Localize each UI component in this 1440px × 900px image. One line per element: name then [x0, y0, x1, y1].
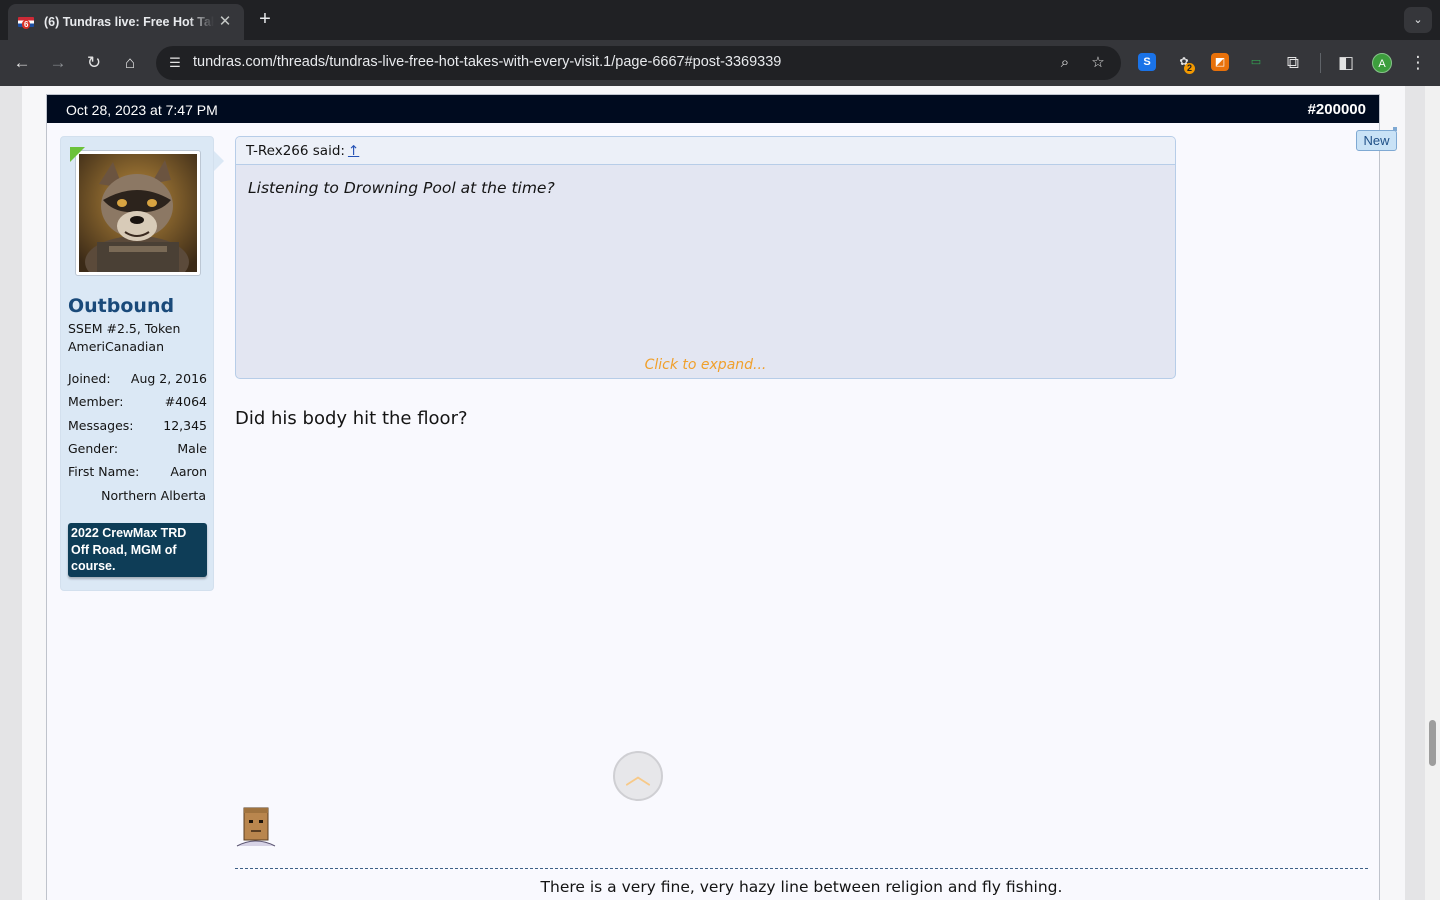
user-title: SSEM #2.5, Token AmeriCanadian [68, 321, 181, 354]
site-favicon-icon: 6 [18, 15, 36, 29]
profile-avatar[interactable]: A [1372, 53, 1392, 73]
avatar[interactable] [75, 150, 201, 288]
stat-label: Joined: [68, 371, 111, 386]
stat-gender: Gender: Male [68, 441, 207, 456]
quote-jump-arrow-icon[interactable]: ↑ [348, 143, 359, 159]
tab-title: (6) Tundras live: Free Hot Takes with Ev… [44, 15, 214, 29]
url-text[interactable]: tundras.com/threads/tundras-live-free-ho… [193, 54, 781, 70]
username[interactable]: Outbound [68, 295, 174, 317]
quote-author: T-Rex266 said: [246, 143, 345, 159]
stat-label: Member: [68, 394, 124, 409]
user-location: Northern Alberta [101, 488, 206, 503]
home-icon[interactable]: ⌂ [117, 50, 143, 76]
stat-value: Aug 2, 2016 [130, 371, 207, 386]
page-viewport: Oct 28, 2023 at 7:47 PM #200000 Outbound… [0, 86, 1440, 900]
side-panel-icon[interactable]: ◧ [1333, 50, 1359, 76]
user-signature: There is a very fine, very hazy line bet… [540, 878, 1063, 896]
stat-first-name: First Name: Aaron [68, 464, 207, 479]
browser-menu-icon[interactable]: ⋮ [1405, 50, 1431, 76]
forward-arrow-icon[interactable]: → [45, 50, 71, 76]
address-bar[interactable]: ☰ tundras.com/threads/tundras-live-free-… [156, 46, 1121, 80]
user-panel-arrow [214, 151, 224, 171]
zoom-icon[interactable]: ⌕ [1055, 53, 1075, 73]
stat-value: Aaron [170, 464, 207, 479]
favicon-notification-badge: 6 [22, 20, 31, 29]
online-indicator-icon [70, 147, 85, 162]
post-header: Oct 28, 2023 at 7:47 PM #200000 [47, 95, 1379, 123]
reload-icon[interactable]: ↻ [81, 50, 107, 76]
page-scrollbar[interactable] [1425, 86, 1440, 900]
quote-attribution: T-Rex266 said: ↑ [236, 137, 1175, 165]
tab-close-icon[interactable]: ✕ [216, 13, 234, 31]
click-to-expand-link[interactable]: Click to expand... [236, 357, 1175, 373]
quote-text: Listening to Drowning Pool at the time? [248, 179, 555, 197]
stat-member: Member: #4064 [68, 394, 207, 409]
stat-messages: Messages: 12,345 [68, 418, 207, 433]
stat-value: Male [177, 441, 207, 456]
paper-bag-emoji-icon [235, 806, 277, 848]
stat-label: Messages: [68, 418, 134, 433]
post-number-link[interactable]: #200000 [1308, 101, 1366, 118]
back-arrow-icon[interactable]: ← [9, 50, 35, 76]
tab-search-chevron-icon[interactable]: ⌄ [1404, 7, 1432, 33]
signature-divider [235, 868, 1368, 869]
site-settings-icon[interactable]: ☰ [165, 53, 185, 73]
raccoon-avatar-image [79, 154, 197, 288]
browser-tab-strip: 6 (6) Tundras live: Free Hot Takes with … [0, 0, 1440, 40]
browser-toolbar: ← → ↻ ⌂ ☰ tundras.com/threads/tundras-li… [0, 40, 1440, 86]
new-tab-button[interactable]: + [254, 8, 276, 30]
user-info-panel: Outbound SSEM #2.5, Token AmeriCanadian … [60, 136, 214, 591]
extension-badge: 2 [1184, 63, 1196, 74]
post-date[interactable]: Oct 28, 2023 at 7:47 PM [66, 102, 218, 118]
post-message: Did his body hit the floor? [235, 408, 468, 429]
stat-value[interactable]: 12,345 [163, 418, 207, 433]
scrollbar-thumb[interactable] [1429, 720, 1436, 766]
user-vehicle-banner: 2022 CrewMax TRD Off Road, MGM of course… [68, 523, 207, 577]
stat-label: Gender: [68, 441, 119, 456]
forum-post: Oct 28, 2023 at 7:47 PM #200000 Outbound… [46, 94, 1380, 900]
quote-block: T-Rex266 said: ↑ Listening to Drowning Po… [235, 136, 1176, 379]
cookie-extension-icon[interactable]: ✿ 2 [1175, 53, 1196, 74]
extensions-puzzle-icon[interactable]: ⧉ [1280, 50, 1306, 76]
stat-value: #4064 [164, 394, 207, 409]
stat-label: First Name: [68, 464, 140, 479]
green-extension-icon[interactable]: ▭ [1247, 53, 1265, 71]
stat-joined: Joined: Aug 2, 2016 [68, 371, 207, 386]
browser-tab-active[interactable]: 6 (6) Tundras live: Free Hot Takes with … [8, 4, 244, 40]
orange-extension-icon[interactable]: ◩ [1211, 53, 1229, 71]
s-extension-icon[interactable]: S [1138, 53, 1156, 71]
bookmark-star-icon[interactable]: ☆ [1088, 53, 1108, 73]
scroll-to-top-chevron-icon[interactable]: ︿ [613, 751, 663, 801]
new-post-badge: New [1356, 127, 1397, 151]
toolbar-divider [1320, 53, 1321, 73]
